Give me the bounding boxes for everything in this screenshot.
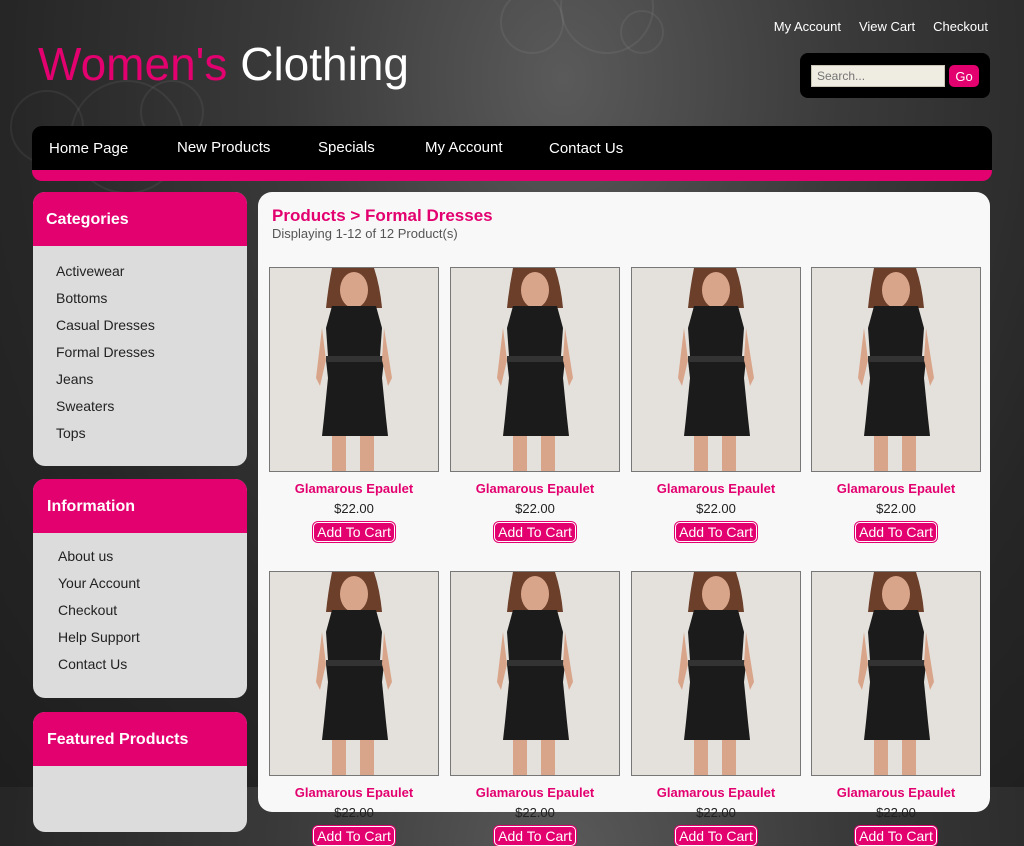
product-price: $22.00 xyxy=(515,805,555,820)
product-card: Glamarous Epaulet $22.00 Add To Cart xyxy=(811,571,981,846)
top-link-my-account[interactable]: My Account xyxy=(774,19,841,34)
top-link-checkout[interactable]: Checkout xyxy=(933,19,988,34)
product-name[interactable]: Glamarous Epaulet xyxy=(811,481,981,496)
info-about-us[interactable]: About us xyxy=(58,543,247,570)
dress-model-image xyxy=(270,572,438,775)
sidebar-featured-title: Featured Products xyxy=(33,712,247,766)
product-name[interactable]: Glamarous Epaulet xyxy=(269,785,439,800)
product-price: $22.00 xyxy=(515,501,555,516)
add-to-cart-button[interactable]: Add To Cart xyxy=(494,826,576,846)
product-image[interactable] xyxy=(811,267,981,472)
product-image[interactable] xyxy=(269,267,439,472)
add-to-cart-button[interactable]: Add To Cart xyxy=(855,522,937,542)
product-price: $22.00 xyxy=(876,501,916,516)
top-link-view-cart[interactable]: View Cart xyxy=(859,19,915,34)
info-help-support[interactable]: Help Support xyxy=(58,624,247,651)
product-name[interactable]: Glamarous Epaulet xyxy=(450,481,620,496)
breadcrumb: Products > Formal Dresses xyxy=(272,206,493,225)
sidebar-featured: Featured Products xyxy=(33,712,247,832)
add-to-cart-button[interactable]: Add To Cart xyxy=(855,826,937,846)
category-list: Activewear Bottoms Casual Dresses Formal… xyxy=(33,246,247,447)
product-name[interactable]: Glamarous Epaulet xyxy=(631,481,801,496)
product-image[interactable] xyxy=(811,571,981,776)
add-to-cart-button[interactable]: Add To Cart xyxy=(313,826,395,846)
product-name[interactable]: Glamarous Epaulet xyxy=(811,785,981,800)
result-count: Displaying 1-12 of 12 Product(s) xyxy=(272,226,458,241)
product-card: Glamarous Epaulet $22.00 Add To Cart xyxy=(631,267,801,542)
add-to-cart-button[interactable]: Add To Cart xyxy=(313,522,395,542)
product-price: $22.00 xyxy=(334,501,374,516)
product-card: Glamarous Epaulet $22.00 Add To Cart xyxy=(269,571,439,846)
product-price: $22.00 xyxy=(876,805,916,820)
logo-part-womens: Women's xyxy=(38,38,228,90)
background-swirl xyxy=(560,0,654,54)
product-card: Glamarous Epaulet $22.00 Add To Cart xyxy=(450,267,620,542)
dress-model-image xyxy=(270,268,438,471)
product-image[interactable] xyxy=(269,571,439,776)
category-casual-dresses[interactable]: Casual Dresses xyxy=(56,312,247,339)
add-to-cart-button[interactable]: Add To Cart xyxy=(494,522,576,542)
category-sweaters[interactable]: Sweaters xyxy=(56,393,247,420)
product-image[interactable] xyxy=(450,267,620,472)
sidebar-categories: Categories Activewear Bottoms Casual Dre… xyxy=(33,192,247,466)
nav-specials[interactable]: Specials xyxy=(318,139,375,156)
dress-model-image xyxy=(812,572,980,775)
product-price: $22.00 xyxy=(696,805,736,820)
search-box: Go xyxy=(800,53,990,98)
product-image[interactable] xyxy=(631,571,801,776)
add-to-cart-button[interactable]: Add To Cart xyxy=(675,826,757,846)
main-nav: Home Page New Products Specials My Accou… xyxy=(32,126,992,170)
category-activewear[interactable]: Activewear xyxy=(56,258,247,285)
sidebar-information: Information About us Your Account Checko… xyxy=(33,479,247,698)
product-card: Glamarous Epaulet $22.00 Add To Cart xyxy=(450,571,620,846)
nav-my-account[interactable]: My Account xyxy=(425,139,503,156)
logo-part-clothing: Clothing xyxy=(240,38,409,90)
dress-model-image xyxy=(632,268,800,471)
dress-model-image xyxy=(812,268,980,471)
info-checkout[interactable]: Checkout xyxy=(58,597,247,624)
product-price: $22.00 xyxy=(696,501,736,516)
category-bottoms[interactable]: Bottoms xyxy=(56,285,247,312)
nav-contact-us[interactable]: Contact Us xyxy=(549,140,623,157)
background-swirl xyxy=(620,10,664,54)
category-formal-dresses[interactable]: Formal Dresses xyxy=(56,339,247,366)
product-card: Glamarous Epaulet $22.00 Add To Cart xyxy=(811,267,981,542)
add-to-cart-button[interactable]: Add To Cart xyxy=(675,522,757,542)
product-name[interactable]: Glamarous Epaulet xyxy=(269,481,439,496)
top-links: My Account View Cart Checkout xyxy=(774,19,988,34)
dress-model-image xyxy=(632,572,800,775)
nav-new-products[interactable]: New Products xyxy=(177,139,270,156)
background-swirl xyxy=(500,0,564,54)
category-tops[interactable]: Tops xyxy=(56,420,247,447)
sidebar-categories-title: Categories xyxy=(33,192,247,246)
product-price: $22.00 xyxy=(334,805,374,820)
product-image[interactable] xyxy=(450,571,620,776)
nav-accent-bar xyxy=(32,170,992,181)
dress-model-image xyxy=(451,268,619,471)
info-your-account[interactable]: Your Account xyxy=(58,570,247,597)
product-card: Glamarous Epaulet $22.00 Add To Cart xyxy=(269,267,439,542)
category-jeans[interactable]: Jeans xyxy=(56,366,247,393)
dress-model-image xyxy=(451,572,619,775)
nav-home-page[interactable]: Home Page xyxy=(49,140,128,157)
product-image[interactable] xyxy=(631,267,801,472)
product-card: Glamarous Epaulet $22.00 Add To Cart xyxy=(631,571,801,846)
site-logo[interactable]: Women's Clothing xyxy=(38,38,409,90)
product-name[interactable]: Glamarous Epaulet xyxy=(450,785,620,800)
search-input[interactable] xyxy=(811,65,945,87)
info-contact-us[interactable]: Contact Us xyxy=(58,651,247,678)
information-list: About us Your Account Checkout Help Supp… xyxy=(33,533,247,678)
sidebar-information-title: Information xyxy=(33,479,247,533)
search-go-button[interactable]: Go xyxy=(949,65,979,87)
product-name[interactable]: Glamarous Epaulet xyxy=(631,785,801,800)
